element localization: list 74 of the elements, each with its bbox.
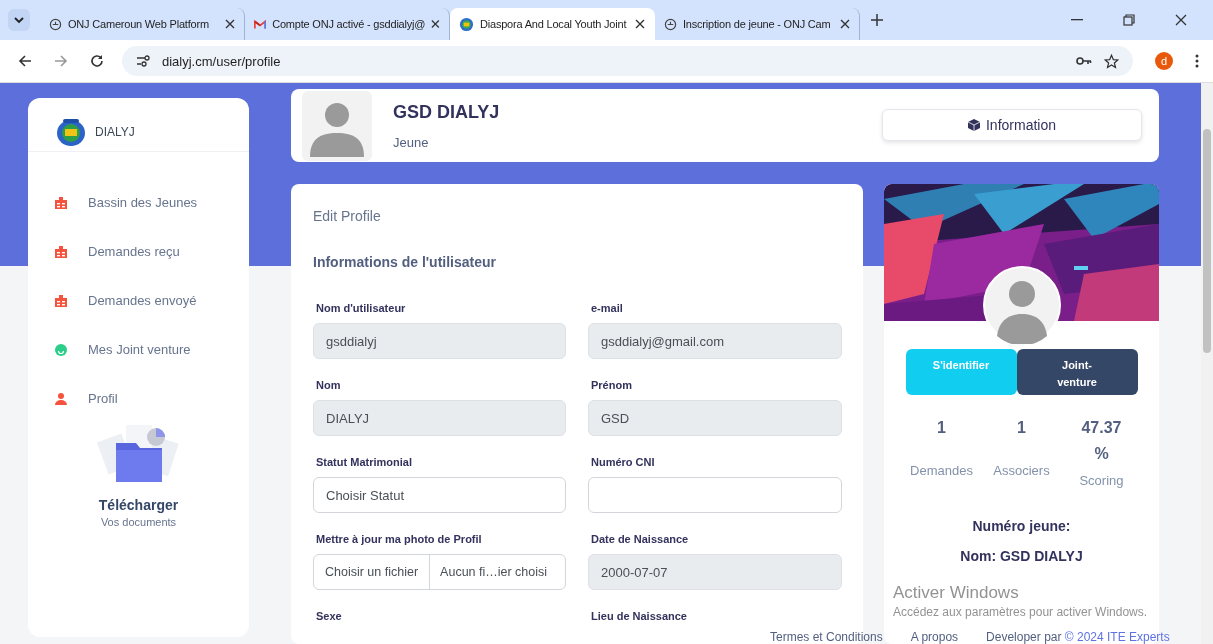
activation-title: Activer Windows bbox=[893, 583, 1020, 603]
field-label: Date de Naissance bbox=[590, 533, 690, 545]
field-label: Nom bbox=[315, 379, 342, 391]
nav-item[interactable]: Demandes envoyé bbox=[55, 276, 249, 325]
field-label: Lieu de Naissance bbox=[590, 610, 688, 622]
menu-icon[interactable] bbox=[1195, 54, 1199, 68]
user-name: GSD DIALYJ bbox=[393, 101, 501, 123]
field-label: Nom d'utilisateur bbox=[315, 302, 407, 314]
key-icon[interactable] bbox=[1076, 56, 1092, 66]
user-role: Jeune bbox=[393, 134, 430, 150]
nav-item[interactable]: Profil bbox=[55, 374, 249, 423]
stat-value: 1 bbox=[936, 418, 947, 438]
footer-link[interactable]: A propos bbox=[910, 630, 959, 644]
input-field[interactable]: DIALYJ bbox=[313, 400, 566, 436]
youth-number: Numéro jeune: bbox=[972, 518, 1071, 534]
close-icon[interactable] bbox=[225, 19, 235, 29]
activation-text: Accédez aux paramètres pour activer Windows. bbox=[893, 605, 1148, 619]
stat-label: Associers bbox=[993, 463, 1050, 478]
nav-item[interactable]: Demandes reçu bbox=[55, 227, 249, 276]
download-subtitle: Vos documents bbox=[100, 516, 177, 528]
new-tab-icon[interactable] bbox=[870, 13, 884, 27]
field-label: Statut Matrimonial bbox=[315, 456, 413, 468]
star-icon[interactable] bbox=[1104, 53, 1119, 69]
back-icon[interactable] bbox=[18, 54, 32, 68]
section-heading: Informations de l'utilisateur bbox=[313, 254, 498, 270]
field-label: Prénom bbox=[590, 379, 633, 391]
field-label: e-mail bbox=[590, 302, 624, 314]
card-title: Edit Profile bbox=[313, 208, 382, 224]
reload-icon[interactable] bbox=[90, 54, 104, 68]
input-field[interactable]: GSD bbox=[588, 400, 842, 436]
avatar-icon bbox=[983, 266, 1061, 344]
footer-link[interactable]: Termes et Conditions bbox=[770, 630, 883, 644]
close-icon[interactable] bbox=[840, 19, 850, 29]
name-line: Nom: GSD DIALYJ bbox=[960, 548, 1083, 564]
information-button[interactable]: Information bbox=[882, 108, 1142, 141]
profile-avatar[interactable]: d bbox=[1155, 52, 1173, 70]
address-bar[interactable]: dialyj.cm/user/profile bbox=[122, 46, 1133, 76]
credit-link[interactable]: © 2024 ITE Experts bbox=[1064, 630, 1170, 644]
credit-text: Developer par © 2024 ITE Experts bbox=[986, 630, 1170, 644]
field-label: Numéro CNI bbox=[590, 456, 656, 468]
browser-tab[interactable]: Diaspora And Local Youth Joint bbox=[450, 8, 655, 40]
scrollbar[interactable] bbox=[1201, 83, 1213, 644]
tab-list-icon[interactable] bbox=[8, 9, 30, 31]
stat-label: Scoring bbox=[1079, 473, 1124, 488]
stat-value: 47.37 % bbox=[1080, 418, 1123, 464]
stat-label: Demandes bbox=[910, 463, 973, 478]
minimize-icon[interactable] bbox=[1071, 19, 1083, 21]
file-input[interactable]: Choisir un fichier Aucun fi…ier choisi bbox=[313, 554, 566, 590]
brand-name: DIALYJ bbox=[95, 124, 135, 139]
close-icon[interactable] bbox=[635, 19, 645, 29]
input-field[interactable]: gsddialyj@gmail.com bbox=[588, 323, 842, 359]
emblem-icon bbox=[459, 16, 474, 32]
field-label: Mettre à jour ma photo de Profil bbox=[315, 533, 483, 545]
avatar-icon bbox=[302, 90, 372, 161]
nav-item[interactable]: Bassin des Jeunes bbox=[55, 178, 249, 227]
input-field[interactable] bbox=[588, 477, 842, 513]
stat-value: 1 bbox=[1016, 418, 1027, 438]
select-field[interactable]: Choisir Statut bbox=[313, 477, 566, 513]
forward-icon[interactable] bbox=[54, 54, 68, 68]
field-label: Sexe bbox=[315, 610, 343, 622]
input-field[interactable]: 2000-07-07 bbox=[588, 554, 842, 590]
globe-icon bbox=[664, 17, 677, 31]
close-icon[interactable] bbox=[431, 19, 440, 29]
logo-icon bbox=[55, 116, 87, 147]
input-field[interactable]: gsddialyj bbox=[313, 323, 566, 359]
cube-icon bbox=[967, 118, 980, 131]
site-settings-icon[interactable] bbox=[136, 55, 150, 67]
globe-icon bbox=[49, 17, 62, 31]
nav-item[interactable]: Mes Joint venture bbox=[55, 325, 249, 374]
download-title[interactable]: Télécharger bbox=[98, 497, 179, 513]
restore-icon[interactable] bbox=[1123, 14, 1135, 26]
mail-icon bbox=[254, 18, 267, 30]
close-icon[interactable] bbox=[1175, 14, 1187, 26]
action-button[interactable]: Joint-venture bbox=[1016, 349, 1138, 395]
